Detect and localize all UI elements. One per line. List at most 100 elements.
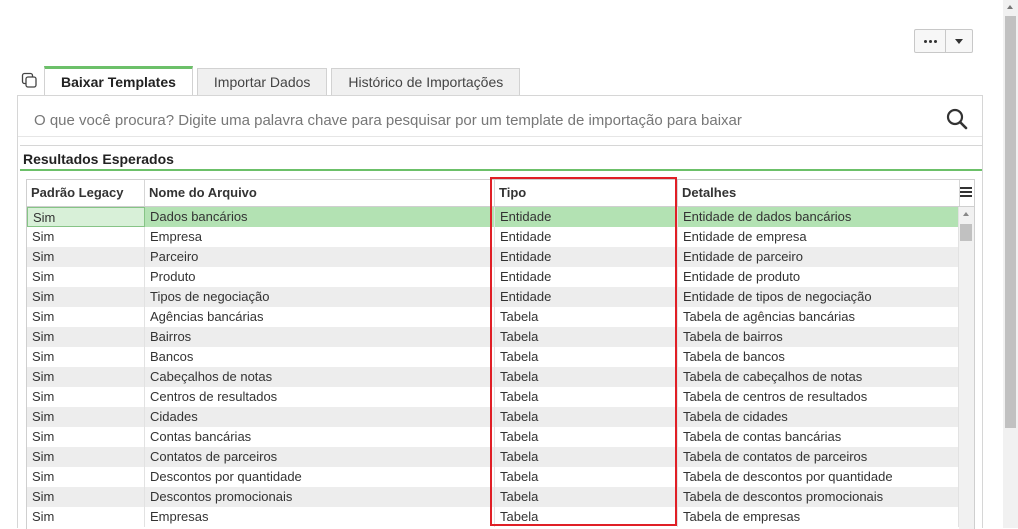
- cell-nome-arquivo: Bairros: [145, 327, 495, 347]
- grid-scrollbar[interactable]: [959, 207, 974, 529]
- table-row[interactable]: Sim Produto Entidade Entidade de produto: [27, 267, 959, 287]
- dropdown-toggle-button[interactable]: [946, 29, 973, 53]
- cell-tipo: Tabela: [495, 347, 678, 367]
- table-row[interactable]: Sim Tipos de negociação Entidade Entidade d…: [27, 287, 959, 307]
- tab-bar: Baixar Templates Importar Dados Históric…: [44, 66, 521, 95]
- search-input[interactable]: O que você procura? Digite uma palavra c…: [34, 112, 742, 129]
- cell-tipo: Tabela: [495, 387, 678, 407]
- templates-grid: Padrão Legacy Nome do Arquivo Tipo Detal…: [26, 179, 975, 529]
- cell-detalhes: Entidade de dados bancários: [678, 207, 959, 227]
- cell-tipo: Tabela: [495, 407, 678, 427]
- table-row[interactable]: Sim Empresas Tabela Tabela de empresas: [27, 507, 959, 527]
- cell-nome-arquivo: Bancos: [145, 347, 495, 367]
- cell-padrao-legacy: Sim: [27, 307, 145, 327]
- cell-nome-arquivo: Contatos de parceiros: [145, 447, 495, 467]
- cell-padrao-legacy: Sim: [27, 447, 145, 467]
- column-header-detalhes[interactable]: Detalhes: [678, 180, 960, 206]
- column-header-tipo[interactable]: Tipo: [495, 180, 678, 206]
- page-scrollbar[interactable]: [1003, 0, 1018, 528]
- tab-importar-dados[interactable]: Importar Dados: [196, 68, 328, 95]
- cell-tipo: Tabela: [495, 487, 678, 507]
- ellipsis-icon: [923, 39, 937, 43]
- cell-detalhes: Tabela de descontos por quantidade: [678, 467, 959, 487]
- more-options-button[interactable]: [914, 29, 946, 53]
- cell-nome-arquivo: Dados bancários: [145, 207, 495, 227]
- cell-detalhes: Tabela de centros de resultados: [678, 387, 959, 407]
- cell-padrao-legacy: Sim: [27, 287, 145, 307]
- cell-nome-arquivo: Agências bancárias: [145, 307, 495, 327]
- grid-header: Padrão Legacy Nome do Arquivo Tipo Detal…: [27, 180, 974, 207]
- cell-detalhes: Entidade de empresa: [678, 227, 959, 247]
- cell-tipo: Tabela: [495, 427, 678, 447]
- search-bar[interactable]: O que você procura? Digite uma palavra c…: [18, 96, 982, 137]
- cell-nome-arquivo: Empresas: [145, 507, 495, 527]
- cell-detalhes: Tabela de contas bancárias: [678, 427, 959, 447]
- cell-detalhes: Entidade de parceiro: [678, 247, 959, 267]
- cell-padrao-legacy: Sim: [27, 387, 145, 407]
- cell-detalhes: Tabela de cidades: [678, 407, 959, 427]
- table-row[interactable]: Sim Cabeçalhos de notas Tabela Tabela de ca…: [27, 367, 959, 387]
- cell-nome-arquivo: Contas bancárias: [145, 427, 495, 447]
- cell-padrao-legacy: Sim: [27, 407, 145, 427]
- grid-scroll-thumb[interactable]: [960, 224, 972, 241]
- table-row[interactable]: Sim Agências bancárias Tabela Tabela de agê…: [27, 307, 959, 327]
- cell-nome-arquivo: Descontos promocionais: [145, 487, 495, 507]
- cell-tipo: Entidade: [495, 287, 678, 307]
- table-row[interactable]: Sim Bancos Tabela Tabela de bancos: [27, 347, 959, 367]
- table-row[interactable]: Sim Parceiro Entidade Entidade de parceiro: [27, 247, 959, 267]
- cell-detalhes: Tabela de agências bancárias: [678, 307, 959, 327]
- cell-nome-arquivo: Cidades: [145, 407, 495, 427]
- cell-detalhes: Tabela de bairros: [678, 327, 959, 347]
- copy-icon[interactable]: [21, 72, 38, 89]
- actions-button-group: [914, 29, 973, 53]
- cell-tipo: Entidade: [495, 247, 678, 267]
- table-row[interactable]: Sim Empresa Entidade Entidade de empresa: [27, 227, 959, 247]
- cell-detalhes: Entidade de produto: [678, 267, 959, 287]
- cell-tipo: Entidade: [495, 267, 678, 287]
- cell-tipo: Tabela: [495, 307, 678, 327]
- search-icon[interactable]: [946, 108, 968, 130]
- cell-tipo: Entidade: [495, 227, 678, 247]
- tab-historico-importacoes[interactable]: Histórico de Importações: [331, 68, 521, 95]
- page-scroll-thumb[interactable]: [1005, 16, 1016, 428]
- cell-padrao-legacy: Sim: [27, 207, 145, 227]
- cell-detalhes: Tabela de bancos: [678, 347, 959, 367]
- cell-nome-arquivo: Tipos de negociação: [145, 287, 495, 307]
- cell-padrao-legacy: Sim: [27, 347, 145, 367]
- cell-padrao-legacy: Sim: [27, 427, 145, 447]
- cell-nome-arquivo: Produto: [145, 267, 495, 287]
- column-header-nome-arquivo[interactable]: Nome do Arquivo: [145, 180, 495, 206]
- cell-nome-arquivo: Centros de resultados: [145, 387, 495, 407]
- tab-baixar-templates[interactable]: Baixar Templates: [44, 66, 193, 95]
- table-row[interactable]: Sim Descontos por quantidade Tabela Tabela …: [27, 467, 959, 487]
- cell-detalhes: Tabela de descontos promocionais: [678, 487, 959, 507]
- table-row[interactable]: Sim Contatos de parceiros Tabela Tabela de …: [27, 447, 959, 467]
- table-row[interactable]: Sim Contas bancárias Tabela Tabela de conta…: [27, 427, 959, 447]
- page-scroll-up-icon[interactable]: [1007, 5, 1013, 9]
- cell-nome-arquivo: Empresa: [145, 227, 495, 247]
- table-row[interactable]: Sim Centros de resultados Tabela Tabela de …: [27, 387, 959, 407]
- templates-panel: O que você procura? Digite uma palavra c…: [17, 95, 983, 529]
- chevron-down-icon: [955, 38, 963, 44]
- cell-nome-arquivo: Parceiro: [145, 247, 495, 267]
- table-row[interactable]: Sim Descontos promocionais Tabela Tabela de…: [27, 487, 959, 507]
- cell-padrao-legacy: Sim: [27, 227, 145, 247]
- cell-padrao-legacy: Sim: [27, 247, 145, 267]
- results-header: Resultados Esperados: [20, 145, 982, 171]
- scroll-up-icon[interactable]: [963, 212, 969, 216]
- cell-tipo: Tabela: [495, 367, 678, 387]
- table-row[interactable]: Sim Bairros Tabela Tabela de bairros: [27, 327, 959, 347]
- cell-padrao-legacy: Sim: [27, 327, 145, 347]
- cell-padrao-legacy: Sim: [27, 267, 145, 287]
- table-row[interactable]: Sim Cidades Tabela Tabela de cidades: [27, 407, 959, 427]
- table-row[interactable]: Sim Dados bancários Entidade Entidade de da…: [27, 207, 959, 227]
- cell-detalhes: Entidade de tipos de negociação: [678, 287, 959, 307]
- cell-padrao-legacy: Sim: [27, 507, 145, 527]
- cell-padrao-legacy: Sim: [27, 467, 145, 487]
- cell-detalhes: Tabela de contatos de parceiros: [678, 447, 959, 467]
- cell-nome-arquivo: Descontos por quantidade: [145, 467, 495, 487]
- cell-tipo: Tabela: [495, 467, 678, 487]
- column-menu-icon[interactable]: [960, 186, 972, 198]
- column-header-padrao-legacy[interactable]: Padrão Legacy: [27, 180, 145, 206]
- cell-tipo: Tabela: [495, 507, 678, 527]
